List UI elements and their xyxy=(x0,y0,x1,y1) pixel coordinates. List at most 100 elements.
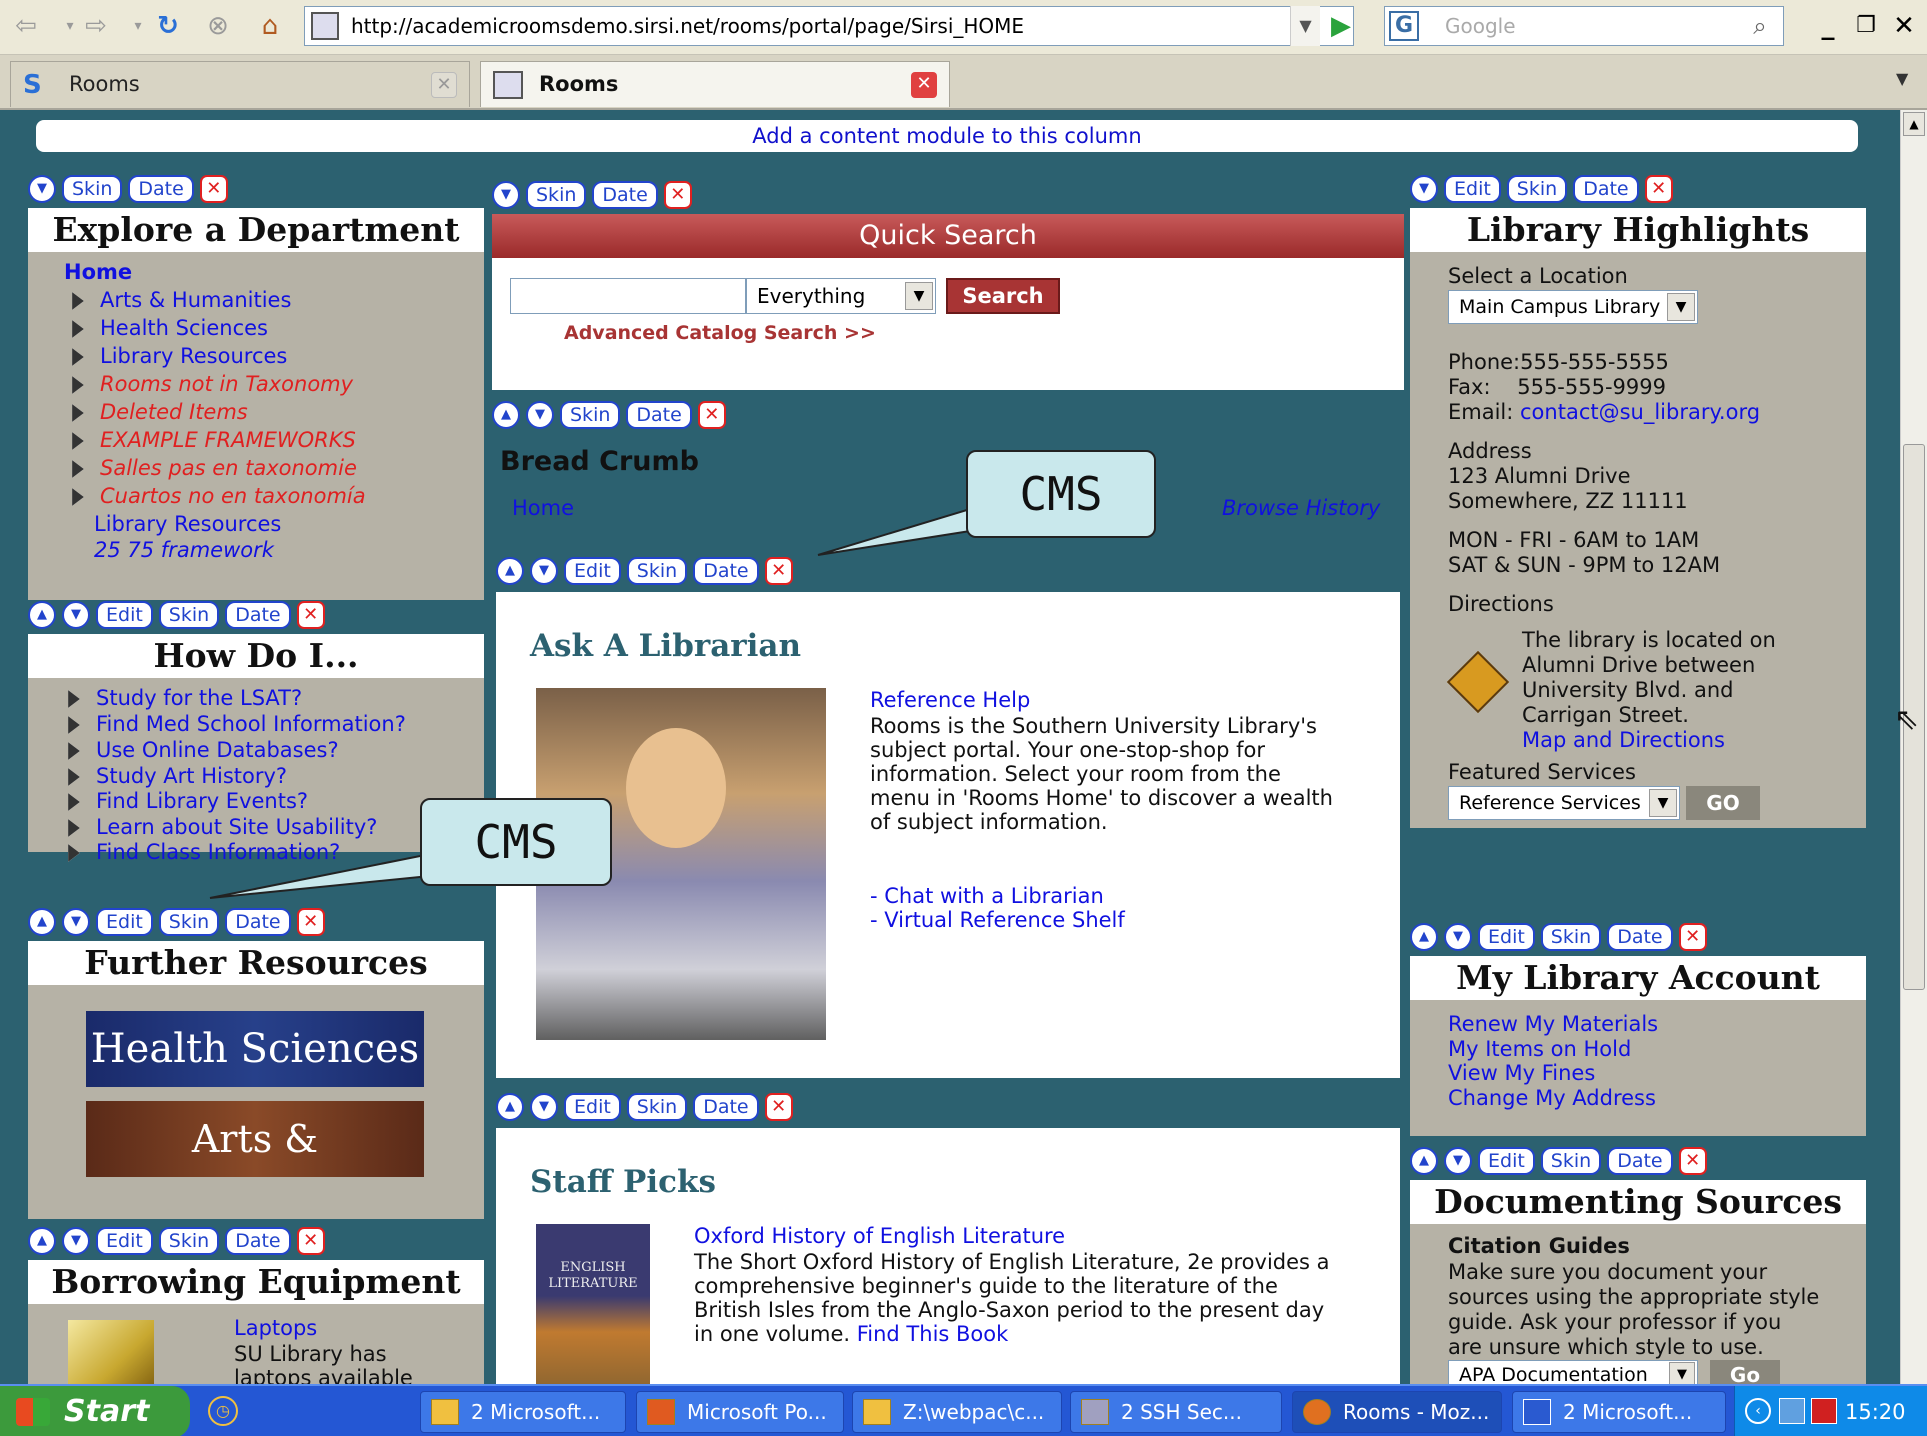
taskbar-item[interactable]: 2 Microsoft... xyxy=(420,1391,626,1433)
add-module-link[interactable]: Add a content module to this column xyxy=(36,120,1858,152)
skin-button[interactable]: Skin xyxy=(158,601,220,629)
citation-go-button[interactable]: Go xyxy=(1710,1360,1780,1384)
remove-module-icon[interactable]: ✕ xyxy=(764,557,793,585)
quicklaunch-icon[interactable]: ◷ xyxy=(208,1396,238,1426)
move-down-icon[interactable]: ▼ xyxy=(28,175,56,203)
taskbar-item[interactable]: Rooms - Moz... xyxy=(1292,1391,1502,1433)
edit-button[interactable]: Edit xyxy=(1444,175,1501,203)
explore-item[interactable]: Deleted Items xyxy=(100,400,248,424)
tab-list-icon[interactable]: ▼ xyxy=(1896,69,1908,88)
explore-home-link[interactable]: Home xyxy=(64,260,132,284)
move-up-icon[interactable]: ▲ xyxy=(28,601,56,629)
move-down-icon[interactable]: ▼ xyxy=(530,1093,558,1121)
remove-module-icon[interactable]: ✕ xyxy=(1678,1147,1707,1175)
start-button[interactable]: Start xyxy=(0,1386,190,1436)
close-window-icon[interactable]: ✕ xyxy=(1888,8,1920,44)
go-arrow-icon[interactable]: ▶ xyxy=(1322,8,1360,44)
featured-services-select[interactable]: Reference Services ▼ xyxy=(1448,786,1680,820)
expand-arrow-icon[interactable] xyxy=(68,793,80,811)
skin-button[interactable]: Skin xyxy=(560,401,621,429)
account-link[interactable]: Change My Address xyxy=(1448,1086,1656,1110)
remove-module-icon[interactable]: ✕ xyxy=(697,401,726,429)
virtual-shelf-link[interactable]: Virtual Reference Shelf xyxy=(884,908,1125,932)
move-up-icon[interactable]: ▲ xyxy=(1410,923,1438,951)
skin-button[interactable]: Skin xyxy=(626,1093,688,1121)
remove-module-icon[interactable]: ✕ xyxy=(199,175,228,203)
date-button[interactable]: Date xyxy=(693,1093,759,1121)
taskbar-item[interactable]: Microsoft Po... xyxy=(636,1391,844,1433)
taskbar-item[interactable]: 2 SSH Sec... xyxy=(1070,1391,1282,1433)
chevron-down-icon[interactable]: ▼ xyxy=(1667,293,1695,321)
howdo-item[interactable]: Learn about Site Usability? xyxy=(96,815,377,839)
expand-arrow-icon[interactable] xyxy=(68,768,80,786)
taskbar-item[interactable]: 2 Microsoft... xyxy=(1512,1391,1726,1433)
move-up-icon[interactable]: ▲ xyxy=(496,1093,524,1121)
expand-arrow-icon[interactable] xyxy=(68,844,80,862)
book-cover-image[interactable]: ENGLISH LITERATURE xyxy=(536,1224,650,1384)
book-title-link[interactable]: Oxford History of English Literature xyxy=(694,1224,1065,1248)
skin-button[interactable]: Skin xyxy=(1506,175,1568,203)
explore-item[interactable]: Cuartos no en taxonomía xyxy=(100,484,366,508)
skin-button[interactable]: Skin xyxy=(62,175,123,203)
move-down-icon[interactable]: ▼ xyxy=(1410,175,1438,203)
go-button[interactable]: GO xyxy=(1686,786,1760,820)
google-engine-icon[interactable]: G xyxy=(1389,11,1419,41)
arts-humanities-banner[interactable]: Arts & Humanities xyxy=(86,1101,424,1177)
date-button[interactable]: Date xyxy=(626,401,692,429)
date-button[interactable]: Date xyxy=(1573,175,1639,203)
remove-module-icon[interactable]: ✕ xyxy=(296,1227,325,1255)
tab-rooms-2[interactable]: Rooms ✕ xyxy=(480,61,950,107)
explore-subitem[interactable]: 25 75 framework xyxy=(94,538,274,562)
reload-icon[interactable]: ↻ xyxy=(150,6,186,46)
forward-icon[interactable]: ⇨ xyxy=(78,6,114,46)
location-select[interactable]: Main Campus Library ▼ xyxy=(1448,290,1698,324)
advanced-search-link[interactable]: Advanced Catalog Search >> xyxy=(564,322,876,344)
date-button[interactable]: Date xyxy=(1607,923,1673,951)
health-sciences-banner[interactable]: Health Sciences xyxy=(86,1011,424,1087)
tab-rooms-1[interactable]: S Rooms ✕ xyxy=(10,61,470,107)
account-link[interactable]: My Items on Hold xyxy=(1448,1037,1631,1061)
move-up-icon[interactable]: ▲ xyxy=(28,1227,56,1255)
scroll-up-icon[interactable]: ▲ xyxy=(1903,112,1925,136)
find-book-link[interactable]: Find This Book xyxy=(857,1322,1009,1346)
date-button[interactable]: Date xyxy=(1607,1147,1673,1175)
magnifier-icon[interactable]: ⌕ xyxy=(1741,9,1779,43)
expand-arrow-icon[interactable] xyxy=(72,460,84,478)
explore-item[interactable]: Arts & Humanities xyxy=(100,288,291,312)
expand-arrow-icon[interactable] xyxy=(68,690,80,708)
remove-module-icon[interactable]: ✕ xyxy=(764,1093,793,1121)
explore-item[interactable]: Rooms not in Taxonomy xyxy=(100,372,353,396)
move-down-icon[interactable]: ▼ xyxy=(62,1227,90,1255)
email-link[interactable]: contact@su_library.org xyxy=(1520,400,1760,424)
citation-style-select[interactable]: APA Documentation ▼ xyxy=(1448,1360,1698,1384)
expand-arrow-icon[interactable] xyxy=(72,320,84,338)
quick-search-input[interactable] xyxy=(510,278,746,314)
move-down-icon[interactable]: ▼ xyxy=(62,601,90,629)
date-button[interactable]: Date xyxy=(225,601,291,629)
move-down-icon[interactable]: ▼ xyxy=(62,908,90,936)
map-directions-link[interactable]: Map and Directions xyxy=(1522,728,1776,753)
howdo-item[interactable]: Find Class Information? xyxy=(96,840,340,864)
acrobat-icon[interactable] xyxy=(1811,1398,1837,1424)
move-up-icon[interactable]: ▲ xyxy=(28,908,56,936)
howdo-item[interactable]: Study Art History? xyxy=(96,764,287,788)
skin-button[interactable]: Skin xyxy=(526,181,587,209)
search-scope-select[interactable]: Everything ▼ xyxy=(746,278,936,314)
account-link[interactable]: View My Fines xyxy=(1448,1061,1595,1085)
expand-arrow-icon[interactable] xyxy=(72,404,84,422)
expand-arrow-icon[interactable] xyxy=(72,432,84,450)
date-button[interactable]: Date xyxy=(128,175,194,203)
date-button[interactable]: Date xyxy=(225,1227,291,1255)
search-input[interactable]: G Google ⌕ xyxy=(1384,6,1784,46)
edit-button[interactable]: Edit xyxy=(96,1227,153,1255)
expand-arrow-icon[interactable] xyxy=(68,716,80,734)
skin-button[interactable]: Skin xyxy=(158,1227,220,1255)
chat-librarian-link[interactable]: Chat with a Librarian xyxy=(884,884,1104,908)
search-button[interactable]: Search xyxy=(946,278,1060,314)
move-up-icon[interactable]: ▲ xyxy=(492,401,520,429)
move-down-icon[interactable]: ▼ xyxy=(1444,923,1472,951)
explore-item[interactable]: Library Resources xyxy=(100,344,287,368)
chevron-down-icon[interactable]: ▼ xyxy=(905,282,933,310)
home-icon[interactable]: ⌂ xyxy=(252,6,288,46)
move-down-icon[interactable]: ▼ xyxy=(492,181,520,209)
